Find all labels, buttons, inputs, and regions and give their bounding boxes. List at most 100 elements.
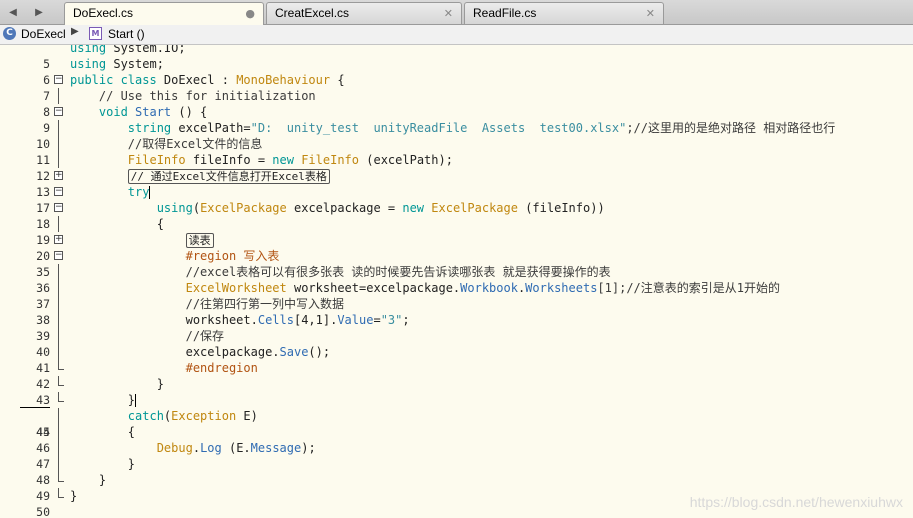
- code-line: 9 − void Start () {: [0, 104, 913, 135]
- code-text: {: [70, 425, 136, 439]
- fold-end-marker: [58, 392, 64, 402]
- tab-label: ReadFile.cs: [473, 6, 537, 20]
- close-icon[interactable]: ✕: [646, 3, 655, 24]
- fold-guide: [58, 328, 59, 344]
- text-cursor: [135, 394, 137, 407]
- code-text: }: [70, 377, 164, 391]
- code-comment: // Use this for initialization: [70, 89, 316, 103]
- code-text: ExcelWorksheet worksheet=excelpackage.Wo…: [70, 281, 780, 295]
- code-line: 18 − using(ExcelPackage excelpackage = n…: [0, 200, 913, 231]
- fold-collapse-icon[interactable]: −: [54, 75, 63, 84]
- tab-label: DoExecl.cs: [73, 6, 134, 20]
- code-text: }: [70, 489, 78, 503]
- code-text: void Start () {: [70, 105, 208, 119]
- code-text: catch(Exception E): [70, 409, 258, 423]
- fold-guide: [58, 216, 59, 232]
- fold-guide: [58, 280, 59, 296]
- code-line: 17 − try: [0, 184, 913, 215]
- close-icon[interactable]: ✕: [444, 3, 453, 24]
- tab-createxcel[interactable]: CreatExcel.cs ✕: [266, 2, 462, 24]
- breadcrumb: C DoExecl ▶ M Start (): [0, 25, 913, 45]
- code-line: 5 using System.IO;: [0, 45, 913, 71]
- forward-arrow-icon[interactable]: ▶: [26, 0, 52, 24]
- code-text: 读表: [70, 232, 214, 249]
- code-line: 8 // Use this for initialization: [0, 88, 913, 119]
- code-line: 43 }: [0, 376, 913, 407]
- collapsed-region[interactable]: 读表: [185, 233, 214, 248]
- code-text: {: [70, 217, 164, 231]
- code-editor[interactable]: 5 using System.IO; 6 using System; 7 − p…: [0, 45, 913, 518]
- fold-guide: [58, 424, 59, 440]
- back-arrow-icon[interactable]: ◀: [0, 0, 26, 24]
- fold-end-marker: [58, 488, 64, 498]
- breadcrumb-method[interactable]: Start (): [108, 27, 145, 41]
- fold-guide: [58, 152, 59, 168]
- code-text: try: [70, 185, 151, 199]
- fold-guide: [58, 456, 59, 472]
- code-comment: //excel表格可以有很多张表 读的时候要先告诉读哪张表 就是获得要操作的表: [70, 265, 611, 279]
- code-line: 39 worksheet.Cells[4,1].Value="3";: [0, 312, 913, 343]
- code-text: }: [70, 393, 137, 407]
- class-icon: C: [3, 27, 16, 40]
- text-cursor: [149, 186, 151, 199]
- code-line: 35 − #region 写入表: [0, 248, 913, 279]
- code-comment: //保存: [70, 329, 225, 343]
- code-line: 48 }: [0, 456, 913, 487]
- code-line: 45 catch(Exception E): [0, 408, 913, 439]
- tab-bar: ◀ ▶ DoExecl.cs ● CreatExcel.cs ✕ ReadFil…: [0, 0, 913, 25]
- code-comment: //往第四行第一列中写入数据: [70, 297, 345, 311]
- code-line: 36 //excel表格可以有很多张表 读的时候要先告诉读哪张表 就是获得要操作…: [0, 264, 913, 295]
- modified-dot-icon[interactable]: ●: [245, 3, 255, 24]
- tab-label: CreatExcel.cs: [275, 6, 350, 20]
- fold-end-marker: [58, 376, 64, 386]
- code-text: using System.IO;: [70, 45, 186, 55]
- fold-collapse-icon[interactable]: −: [54, 107, 63, 116]
- code-line: 13 + // 通过Excel文件信息打开Excel表格: [0, 168, 913, 199]
- code-text: }: [70, 473, 107, 487]
- code-text: }: [70, 457, 136, 471]
- code-text: using System;: [70, 57, 164, 71]
- tab-doexecl[interactable]: DoExecl.cs ●: [64, 2, 264, 25]
- code-region: #region 写入表: [70, 249, 280, 263]
- code-comment: //取得Excel文件的信息: [70, 137, 263, 151]
- code-text: FileInfo fileInfo = new FileInfo (excelP…: [70, 153, 453, 167]
- code-line: 47 Debug.Log (E.Message);: [0, 440, 913, 471]
- fold-guide: [58, 296, 59, 312]
- collapsed-region[interactable]: // 通过Excel文件信息打开Excel表格: [127, 169, 330, 184]
- fold-collapse-icon[interactable]: −: [54, 203, 63, 212]
- code-line: 6 using System;: [0, 56, 913, 87]
- fold-guide: [58, 264, 59, 280]
- fold-collapse-icon[interactable]: −: [54, 187, 63, 196]
- fold-guide: [58, 136, 59, 152]
- code-line: 19 {: [0, 216, 913, 247]
- code-text: using(ExcelPackage excelpackage = new Ex…: [70, 201, 605, 215]
- watermark: https://blog.csdn.net/hewenxiuhwx: [689, 494, 903, 510]
- fold-guide: [58, 440, 59, 456]
- code-text: string excelPath="D: unity_test unityRea…: [70, 121, 836, 135]
- code-line: 20 + 读表: [0, 232, 913, 263]
- fold-end-marker: [58, 472, 64, 482]
- code-text: public class DoExecl : MonoBehaviour {: [70, 73, 345, 87]
- code-text: worksheet.Cells[4,1].Value="3";: [70, 313, 410, 327]
- code-line: 11 //取得Excel文件的信息: [0, 136, 913, 167]
- fold-expand-icon[interactable]: +: [54, 171, 63, 180]
- fold-guide: [58, 312, 59, 328]
- fold-guide: [58, 408, 59, 424]
- code-line: 42 #endregion: [0, 360, 913, 391]
- fold-end-marker: [58, 360, 64, 370]
- fold-collapse-icon[interactable]: −: [54, 251, 63, 260]
- code-text: Debug.Log (E.Message);: [70, 441, 316, 455]
- code-line: 46 {: [0, 424, 913, 455]
- breadcrumb-separator-icon: ▶: [71, 26, 79, 37]
- breadcrumb-class[interactable]: DoExecl: [21, 27, 66, 41]
- fold-guide: [58, 120, 59, 136]
- fold-expand-icon[interactable]: +: [54, 235, 63, 244]
- code-line: 12 FileInfo fileInfo = new FileInfo (exc…: [0, 152, 913, 183]
- tab-readfile[interactable]: ReadFile.cs ✕: [464, 2, 664, 24]
- code-line: 49 }: [0, 472, 913, 503]
- code-line: 38 //往第四行第一列中写入数据: [0, 296, 913, 327]
- code-line: 37 ExcelWorksheet worksheet=excelpackage…: [0, 280, 913, 311]
- code-text: excelpackage.Save();: [70, 345, 331, 359]
- code-line: 40 //保存: [0, 328, 913, 359]
- fold-guide: [58, 88, 59, 104]
